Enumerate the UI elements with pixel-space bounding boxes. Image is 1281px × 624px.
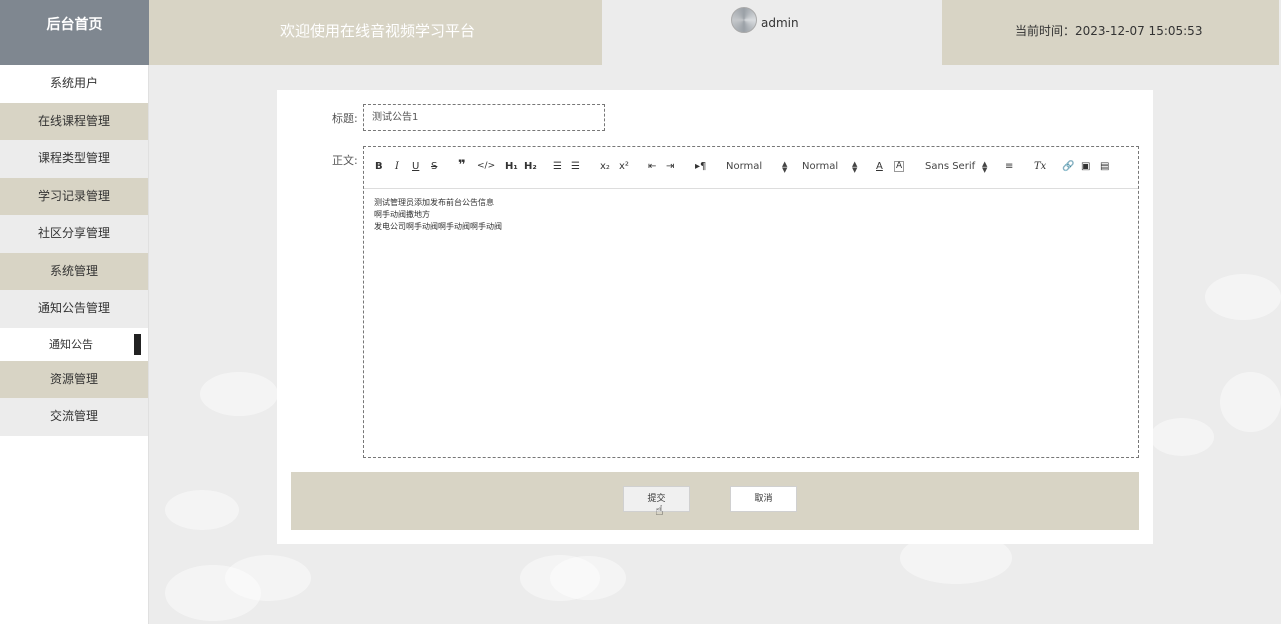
content-line: 测试管理员添加发布前台公告信息 xyxy=(374,198,494,207)
bold-icon[interactable]: B xyxy=(375,161,383,172)
rich-text-editor: B I U S ❞ </> H₁ H₂ ☰ ☰ x₂ x² ⇤ ⇥ ▸¶ Nor… xyxy=(363,146,1139,458)
background-bubble xyxy=(165,565,261,621)
video-icon[interactable]: ▤ xyxy=(1100,161,1109,172)
sidebar-subitem-label: 通知公告 xyxy=(49,337,93,351)
text-direction-icon[interactable]: ▸¶ xyxy=(695,161,706,172)
title-input[interactable]: 测试公告1 xyxy=(363,104,605,131)
sidebar-item-resources[interactable]: 资源管理 xyxy=(0,360,148,398)
image-icon[interactable]: ▣ xyxy=(1081,161,1090,172)
content-line: 发电公司啊手动阀啊手动阀啊手动阀 xyxy=(374,222,502,231)
sidebar-item-communication[interactable]: 交流管理 xyxy=(0,398,148,436)
select-arrows-icon: ▲ ▼ xyxy=(782,160,788,174)
sidebar-item-system-users[interactable]: 系统用户 xyxy=(0,65,148,103)
size-select-value: Normal xyxy=(802,161,839,172)
username[interactable]: admin xyxy=(761,16,799,30)
background-bubble xyxy=(200,372,278,416)
size-select[interactable]: Normal ▲ ▼ xyxy=(802,161,857,174)
form-actions: 提交 取消 ☝ xyxy=(291,472,1139,530)
background-bubble xyxy=(1150,418,1214,456)
title-label: 标题: xyxy=(332,112,358,125)
font-color-icon[interactable]: A xyxy=(876,161,883,172)
active-marker xyxy=(134,333,141,355)
select-arrows-icon: ▲ ▼ xyxy=(852,160,858,174)
top-header: 后台首页 欢迎使用在线音视频学习平台 admin 当前时间：2023-12-07… xyxy=(0,0,1281,65)
font-select-value: Sans Serif xyxy=(925,161,976,172)
home-brand[interactable]: 后台首页 xyxy=(0,0,149,65)
background-bubble xyxy=(165,490,239,530)
background-bubble xyxy=(550,556,626,600)
sidebar-item-system-admin[interactable]: 系统管理 xyxy=(0,252,148,290)
sidebar-item-community-share[interactable]: 社区分享管理 xyxy=(0,215,148,253)
font-select[interactable]: Sans Serif ▲ ▼ xyxy=(925,161,987,174)
notice-form-card: 标题: 测试公告1 正文: B I U S ❞ </> H₁ H₂ ☰ ☰ x₂… xyxy=(277,90,1153,544)
italic-icon[interactable]: I xyxy=(395,161,399,172)
link-icon[interactable]: 🔗 xyxy=(1062,161,1074,172)
editor-content[interactable]: 测试管理员添加发布前台公告信息 啊手动阀撒地方 发电公司啊手动阀啊手动阀啊手动阀 xyxy=(364,189,1138,241)
content-line: 啊手动阀撒地方 xyxy=(374,210,430,219)
sidebar: 系统用户 在线课程管理 课程类型管理 学习记录管理 社区分享管理 系统管理 通知… xyxy=(0,65,149,624)
bullet-list-icon[interactable]: ☰ xyxy=(571,161,580,172)
background-color-icon[interactable]: A xyxy=(894,161,905,172)
header-select-value: Normal xyxy=(726,161,763,172)
clear-format-icon[interactable]: Tx xyxy=(1034,161,1046,172)
strike-icon[interactable]: S xyxy=(431,161,437,172)
outdent-icon[interactable]: ⇤ xyxy=(648,161,656,172)
background-bubble xyxy=(1220,372,1281,432)
subscript-icon[interactable]: x₂ xyxy=(600,161,610,172)
sidebar-item-notice-admin[interactable]: 通知公告管理 xyxy=(0,290,148,328)
header-select[interactable]: Normal ▲ ▼ xyxy=(726,161,787,174)
heading1-icon[interactable]: H₁ xyxy=(505,161,518,172)
sidebar-item-course-types[interactable]: 课程类型管理 xyxy=(0,140,148,178)
hand-cursor-icon: ☝ xyxy=(655,503,664,519)
welcome-banner: 欢迎使用在线音视频学习平台 xyxy=(149,0,602,65)
sidebar-item-learning-records[interactable]: 学习记录管理 xyxy=(0,177,148,215)
cancel-button[interactable]: 取消 xyxy=(730,486,797,512)
current-time: 当前时间：2023-12-07 15:05:53 xyxy=(942,0,1279,65)
sidebar-subitem-notices[interactable]: 通知公告 xyxy=(0,327,148,361)
underline-icon[interactable]: U xyxy=(412,161,419,172)
user-box[interactable]: admin xyxy=(602,0,942,65)
ordered-list-icon[interactable]: ☰ xyxy=(553,161,562,172)
heading2-icon[interactable]: H₂ xyxy=(524,161,537,172)
background-bubble xyxy=(1205,274,1281,320)
editor-toolbar: B I U S ❞ </> H₁ H₂ ☰ ☰ x₂ x² ⇤ ⇥ ▸¶ Nor… xyxy=(364,147,1138,189)
avatar[interactable] xyxy=(731,7,757,33)
align-icon[interactable]: ≡ xyxy=(1005,161,1013,172)
code-block-icon[interactable]: </> xyxy=(477,161,495,171)
blockquote-icon[interactable]: ❞ xyxy=(458,158,466,173)
indent-icon[interactable]: ⇥ xyxy=(666,161,674,172)
body-label: 正文: xyxy=(332,154,358,167)
superscript-icon[interactable]: x² xyxy=(619,161,629,172)
select-arrows-icon: ▲ ▼ xyxy=(982,160,988,174)
sidebar-item-online-courses[interactable]: 在线课程管理 xyxy=(0,102,148,140)
